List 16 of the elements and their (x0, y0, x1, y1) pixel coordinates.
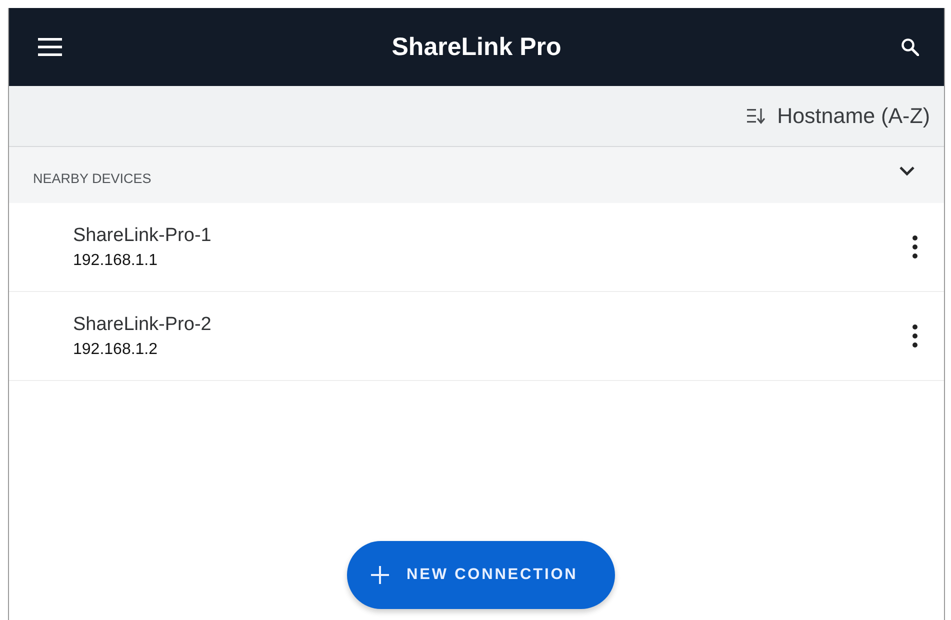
app-title: ShareLink Pro (390, 32, 562, 62)
device-name: ShareLink-Pro-2 (73, 314, 212, 336)
new-connection-button[interactable]: NEW CONNECTION (346, 541, 614, 609)
sort-button[interactable]: Hostname (A-Z) (745, 100, 932, 132)
device-row[interactable]: ShareLink-Pro-2 192.168.1.2 (9, 292, 944, 381)
search-icon (901, 38, 919, 56)
device-address: 192.168.1.2 (73, 340, 159, 358)
more-icon[interactable] (912, 324, 918, 348)
device-name: ShareLink-Pro-1 (73, 224, 212, 246)
plus-icon (370, 566, 388, 584)
device-row[interactable]: ShareLink-Pro-1 192.168.1.1 (9, 203, 944, 292)
device-address: 192.168.1.1 (73, 252, 159, 270)
sort-icon (747, 108, 766, 124)
more-icon[interactable] (912, 235, 918, 259)
menu-icon (38, 38, 62, 56)
section-title: NEARBY DEVICES (33, 170, 152, 186)
